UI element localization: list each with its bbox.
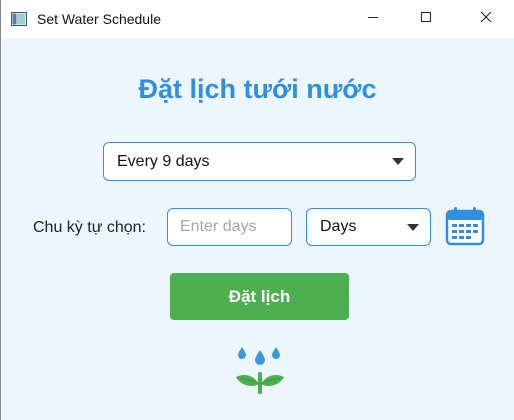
minimize-icon: [367, 10, 379, 28]
window-title: Set Water Schedule: [37, 11, 161, 27]
minimize-button[interactable]: [347, 0, 399, 38]
custom-cycle-label: Chu kỳ tự chọn:: [33, 219, 146, 236]
app-window: Set Water Schedule Đặt lịch tưới nước Ev…: [0, 0, 514, 420]
unit-select-value: Days: [320, 218, 357, 235]
frequency-select[interactable]: Every 9 days: [103, 142, 416, 181]
calendar-icon: [445, 207, 485, 250]
chevron-down-icon: [392, 158, 404, 165]
schedule-button[interactable]: Đặt lịch: [170, 273, 349, 320]
days-input[interactable]: [167, 208, 292, 246]
chevron-down-icon: [407, 224, 419, 231]
title-bar[interactable]: Set Water Schedule: [1, 0, 514, 38]
maximize-button[interactable]: [400, 0, 452, 38]
frequency-select-value: Every 9 days: [117, 153, 210, 170]
maximize-icon: [420, 10, 432, 28]
main-content: Đặt lịch tưới nước Every 9 days Chu kỳ t…: [1, 38, 514, 420]
close-button[interactable]: [460, 0, 512, 38]
close-icon: [480, 10, 492, 28]
window-icon: [11, 12, 27, 26]
calendar-button[interactable]: [445, 206, 485, 246]
watering-plant-icon: [234, 344, 286, 396]
page-title: Đặt lịch tưới nước: [138, 74, 377, 104]
unit-select[interactable]: Days: [306, 208, 431, 246]
